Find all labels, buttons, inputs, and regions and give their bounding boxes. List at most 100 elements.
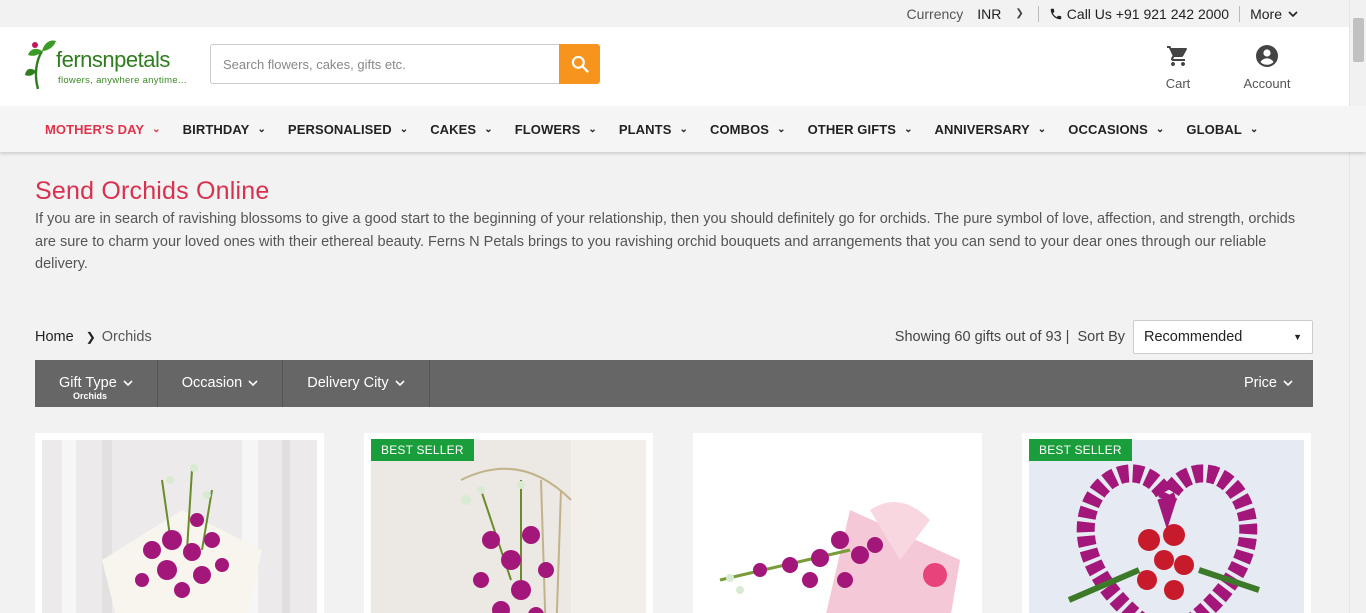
caret-down-icon: ▼ (1293, 331, 1302, 342)
nav-item-cakes[interactable]: CAKES ⌄ (430, 122, 493, 137)
call-us-text: Call Us +91 921 242 2000 (1066, 5, 1230, 22)
filter-label: Occasion (181, 375, 243, 391)
nav-item-plants[interactable]: PLANTS ⌄ (619, 122, 688, 137)
orchid-bunch-image (700, 439, 975, 613)
breadcrumb-home[interactable]: Home (35, 329, 74, 345)
logo[interactable]: fernsnpetals flowers, anywhere anytime..… (24, 31, 194, 91)
cart-label: Cart (1165, 76, 1191, 91)
nav-item-occasions[interactable]: OCCASIONS ⌄ (1068, 122, 1164, 137)
chevron-down-icon: ⌄ (484, 123, 493, 135)
more-menu[interactable]: More (1250, 6, 1298, 22)
account-icon (1256, 45, 1278, 67)
account-button[interactable]: Account (1238, 44, 1296, 91)
nav-item-personalised[interactable]: PERSONALISED ⌄ (288, 122, 408, 137)
divider (1239, 5, 1241, 22)
nav-label: FLOWERS (514, 121, 581, 137)
filter-delivery-city[interactable]: Delivery City (283, 359, 430, 407)
orchid-bouquet-image (42, 439, 317, 613)
nav-label: PLANTS (618, 121, 672, 137)
product-card[interactable]: BEST SELLER (1022, 432, 1311, 613)
chevron-down-icon (1288, 10, 1298, 17)
chevron-down-icon (395, 380, 405, 387)
filter-price[interactable]: Price (1224, 360, 1313, 407)
product-image[interactable] (42, 439, 317, 613)
nav-item-mothers-day[interactable]: MOTHER'S DAY ⌄ (45, 122, 161, 137)
filter-label: Gift Type (59, 375, 117, 391)
chevron-down-icon (123, 380, 133, 387)
chevron-down-icon: ⌄ (1155, 123, 1165, 135)
chevron-down-icon: ⌄ (904, 123, 913, 135)
search-input[interactable] (210, 44, 559, 84)
search-bar (210, 44, 600, 84)
chevron-down-icon[interactable]: ❯ (1015, 8, 1023, 19)
logo-flower-icon (25, 40, 56, 90)
nav-label: ANNIVERSARY (934, 121, 1030, 137)
filter-gift-type[interactable]: Gift Type Orchids (35, 359, 158, 407)
more-label: More (1250, 5, 1282, 22)
page-title: Send Orchids Online (35, 177, 270, 205)
chevron-down-icon: ⌄ (588, 123, 597, 135)
product-card[interactable] (35, 432, 324, 613)
nav-label: PERSONALISED (287, 121, 392, 137)
main-content: Send Orchids Online If you are in search… (0, 177, 1366, 613)
chevron-down-icon (1283, 380, 1293, 387)
search-icon (571, 55, 589, 73)
filter-selected-value: Orchids (73, 390, 108, 401)
chevron-down-icon: ⌄ (1037, 123, 1047, 135)
chevron-down-icon: ⌄ (257, 123, 266, 135)
nav-item-combos[interactable]: COMBOS ⌄ (710, 122, 786, 137)
logo-text: fernsnpetals (56, 47, 170, 72)
filter-label: Price (1243, 375, 1277, 391)
listing-toolbar: Home ❯ Orchids Showing 60 gifts out of 9… (35, 319, 1313, 354)
product-image[interactable] (371, 439, 646, 613)
cart-icon (1167, 46, 1187, 66)
breadcrumb: Home ❯ Orchids (35, 329, 152, 345)
nav-item-other-gifts[interactable]: OTHER GIFTS ⌄ (808, 122, 913, 137)
nav-label: GLOBAL (1186, 121, 1242, 137)
orchid-heart-roses-image (1029, 439, 1304, 613)
chevron-down-icon: ⌄ (777, 123, 786, 135)
result-count: Showing 60 gifts out of 93 | (894, 328, 1070, 345)
breadcrumb-current: Orchids (101, 328, 152, 345)
nav-label: MOTHER'S DAY (45, 121, 145, 137)
logo-tagline: flowers, anywhere anytime... (58, 75, 187, 86)
product-grid: BEST SELLER BEST SELLER (35, 432, 1313, 613)
orchid-arrangement-image (371, 439, 646, 613)
divider (1037, 5, 1039, 22)
nav-item-anniversary[interactable]: ANNIVERSARY ⌄ (935, 122, 1047, 137)
product-card[interactable] (693, 432, 982, 613)
filter-occasion[interactable]: Occasion (158, 359, 284, 407)
nav-item-global[interactable]: GLOBAL ⌄ (1186, 122, 1258, 137)
nav-item-birthday[interactable]: BIRTHDAY ⌄ (183, 122, 266, 137)
nav-label: COMBOS (709, 121, 770, 137)
cart-button[interactable]: Cart (1160, 44, 1196, 91)
sort-select[interactable]: Recommended ▼ (1133, 319, 1313, 354)
best-seller-badge: BEST SELLER (1029, 438, 1132, 461)
nav-label: BIRTHDAY (182, 121, 250, 137)
nav-item-flowers[interactable]: FLOWERS ⌄ (515, 122, 597, 137)
scrollbar-thumb[interactable] (1353, 18, 1364, 62)
call-us-link[interactable]: Call Us +91 921 242 2000 (1049, 6, 1229, 22)
nav-label: OCCASIONS (1068, 121, 1148, 137)
intro-text: If you are in search of ravishing blosso… (35, 211, 1296, 272)
phone-icon (1050, 8, 1062, 19)
best-seller-badge: BEST SELLER (371, 438, 474, 461)
search-button[interactable] (559, 44, 600, 84)
utility-bar: Currency INR ❯ Call Us +91 921 242 2000 … (0, 0, 1366, 27)
page-scrollbar[interactable] (1349, 0, 1366, 613)
product-image[interactable] (1029, 439, 1304, 613)
filter-label: Delivery City (307, 375, 389, 391)
sort-value: Recommended (1144, 328, 1243, 345)
currency-label: Currency (906, 5, 964, 22)
currency-select[interactable]: INR (977, 6, 1001, 22)
chevron-right-icon: ❯ (85, 329, 96, 344)
category-nav: MOTHER'S DAY ⌄ BIRTHDAY ⌄ PERSONALISED ⌄ CA… (0, 106, 1366, 152)
sort-label: Sort By (1077, 328, 1125, 345)
product-card[interactable]: BEST SELLER (364, 432, 653, 613)
filter-bar: Gift Type Orchids Occasion Delivery City… (35, 359, 1313, 407)
chevron-down-icon: ⌄ (152, 123, 161, 135)
sort-area: Showing 60 gifts out of 93 | Sort By Rec… (894, 319, 1313, 354)
account-label: Account (1243, 76, 1291, 91)
product-image[interactable] (700, 439, 975, 613)
chevron-down-icon (248, 380, 258, 387)
